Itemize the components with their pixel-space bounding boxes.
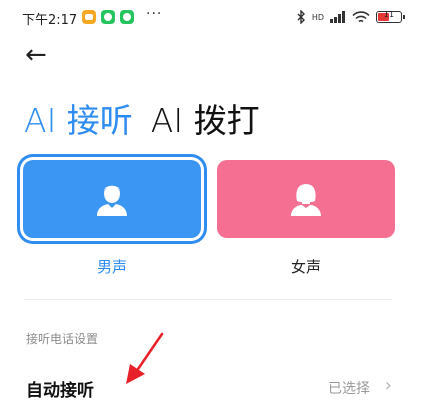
auto-answer-value: 已选择 xyxy=(328,381,370,397)
wifi-icon xyxy=(352,10,370,22)
status-bar: 下午2:17 ··· HD 11 xyxy=(0,0,422,34)
auto-answer-row[interactable]: 自动接听 已选择 › xyxy=(0,366,422,410)
female-voice-label: 女声 xyxy=(290,258,321,276)
notification-chat-icon xyxy=(120,10,134,24)
battery-level: 11 xyxy=(383,10,395,19)
mode-tabs: AI 接听 AI 拨打 xyxy=(24,94,260,142)
notification-gallery-icon xyxy=(82,10,96,24)
auto-answer-title: 自动接听 xyxy=(26,381,94,401)
tab-ai-answer[interactable]: AI 接听 xyxy=(24,94,133,142)
section-title-answer-settings: 接听电话设置 xyxy=(26,332,99,346)
bluetooth-icon xyxy=(297,10,305,24)
male-voice-card[interactable] xyxy=(23,160,201,238)
signal-icon xyxy=(330,11,345,23)
male-person-icon xyxy=(97,185,127,216)
tab-ai-dial[interactable]: AI 拨打 xyxy=(151,94,260,142)
chevron-right-icon: › xyxy=(384,375,392,396)
system-icons: HD 11 xyxy=(296,8,405,26)
notification-message-icon xyxy=(101,10,115,24)
female-voice-card[interactable] xyxy=(217,160,395,238)
back-arrow-icon[interactable]: ← xyxy=(25,42,47,68)
more-notifications-icon: ··· xyxy=(146,6,163,22)
status-time: 下午2:17 xyxy=(22,13,78,28)
section-divider xyxy=(24,299,392,300)
male-voice-label: 男声 xyxy=(96,258,127,276)
battery-icon: 11 xyxy=(376,10,405,23)
female-person-icon xyxy=(291,184,321,216)
network-type-label: HD xyxy=(311,12,324,22)
